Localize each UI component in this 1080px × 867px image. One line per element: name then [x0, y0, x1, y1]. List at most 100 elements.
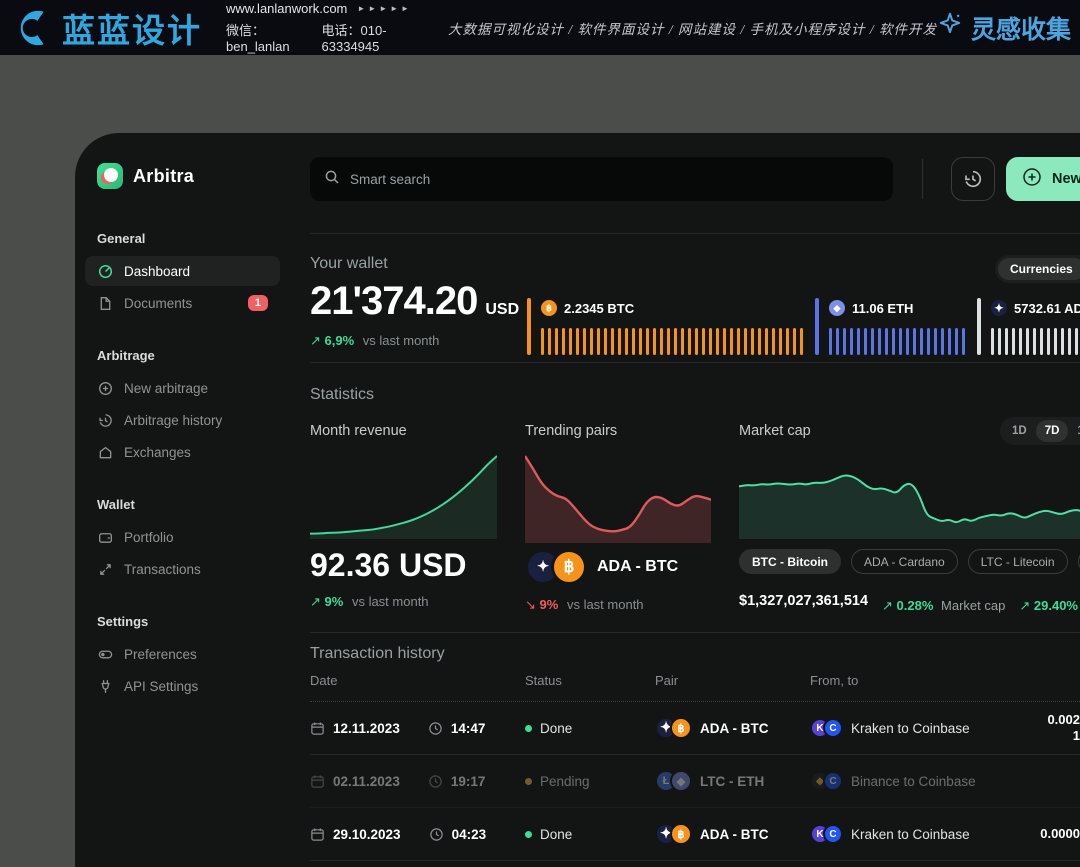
status-dot-done	[525, 831, 532, 838]
coinbase-icon: C	[823, 771, 843, 791]
btc-coin-icon: ฿	[670, 717, 692, 739]
range-7d[interactable]: 7D	[1036, 420, 1069, 442]
market-cap-card: Market cap 1D 7D 1M BTC - Bitcoin ADA - …	[739, 423, 1080, 614]
month-revenue-card: Month revenue 92.36 USD ↗ 9% vs last mon…	[310, 423, 497, 614]
exchange-icons: K C	[810, 718, 843, 738]
eth-amount: 11.06 ETH	[852, 301, 913, 316]
amount-cell: 0.002 1	[1047, 702, 1080, 754]
ada-coin-icon: ✦	[991, 300, 1007, 316]
holding-btc: ฿ 2.2345 BTC	[527, 298, 803, 355]
arbitra-logo-icon	[97, 163, 123, 189]
market-cap-value: $1,327,027,361,514	[739, 593, 868, 609]
sidebar-item-preferences[interactable]: Preferences	[85, 639, 280, 669]
btc-coin-icon: ฿	[670, 823, 692, 845]
btc-segment-marker	[527, 298, 531, 355]
pair-coins: ✦ ฿	[655, 823, 692, 845]
table-row[interactable]: 12.11.2023 14:47 Done ✦ ฿ ADA - BTC	[310, 702, 1080, 755]
sidebar-item-api-settings[interactable]: API Settings	[85, 671, 280, 701]
topbar-divider	[922, 159, 923, 199]
transactions-section-title: Transaction history	[310, 645, 445, 663]
range-1d[interactable]: 1D	[1003, 420, 1036, 442]
history-clock-icon	[97, 413, 113, 428]
pair-coins: ✦ ฿	[655, 717, 692, 739]
plug-icon	[97, 679, 113, 694]
sidebar-item-new-arbitrage[interactable]: New arbitrage	[85, 373, 280, 403]
sidebar-item-transactions[interactable]: Transactions	[85, 554, 280, 584]
ada-bars-sparkline	[991, 328, 1080, 355]
col-from-to: From, to	[810, 673, 858, 688]
chip-ada-cardano[interactable]: ADA - Cardano	[851, 549, 958, 574]
status-dot-done	[525, 725, 532, 732]
sidebar-item-portfolio[interactable]: Portfolio	[85, 522, 280, 552]
banner-phone: 电话：010-63334945	[322, 20, 412, 54]
toggle-currencies[interactable]: Currencies	[998, 258, 1080, 280]
pair-coins: ✦ ฿	[525, 549, 587, 585]
table-row[interactable]: 02.11.2023 19:17 Pending Ł ◆ LTC - ETH	[310, 755, 1080, 808]
clock-icon	[429, 827, 444, 842]
documents-badge: 1	[248, 295, 268, 311]
btc-coin-icon: ฿	[541, 300, 557, 316]
document-icon	[97, 296, 113, 311]
status-text: Done	[540, 827, 572, 842]
trending-pairs-card: Trending pairs ✦ ฿ ADA - BTC ↘ 9%	[525, 423, 711, 614]
market-cap-chips: BTC - Bitcoin ADA - Cardano LTC - Liteco…	[739, 549, 1080, 574]
history-button[interactable]	[951, 157, 995, 201]
statistics-section-title: Statistics	[310, 386, 374, 404]
divider	[310, 362, 1080, 363]
clock-icon	[428, 721, 443, 736]
calendar-icon	[310, 774, 325, 789]
table-row[interactable]: 29.10.2023 04:23 Done ✦ ฿ ADA - BTC	[310, 808, 1080, 861]
trending-pair: ✦ ฿ ADA - BTC	[525, 547, 711, 587]
trending-pairs-chart	[525, 451, 711, 543]
search-input[interactable]	[350, 172, 879, 187]
btc-coin-icon: ฿	[551, 549, 587, 585]
sidebar-section-settings: Settings	[97, 614, 280, 629]
trend-up-icon: ↗	[882, 598, 893, 613]
wallet-section-title: Your wallet	[310, 255, 388, 273]
balance-currency: USD	[485, 301, 519, 319]
col-pair: Pair	[655, 673, 678, 688]
wallet-change: ↗ 6,9% vs last month	[310, 333, 439, 349]
arbitra-app-window: Arbitra General Dashboard Documents 1 Ar…	[75, 133, 1080, 867]
main-content: New arbitrage Your wallet 21'374.20 USD …	[290, 133, 1080, 867]
toggle-icon	[97, 647, 113, 662]
sidebar-section-wallet: Wallet	[97, 497, 280, 512]
market-cap-stats: $1,327,027,361,514 ↗ 0.28% Market cap ↗ …	[739, 588, 1080, 614]
chip-ltc-litecoin[interactable]: LTC - Litecoin	[968, 549, 1068, 574]
btc-bars-sparkline	[541, 328, 803, 355]
status-dot-pending	[525, 778, 532, 785]
exchange-icons: K C	[810, 824, 843, 844]
col-date: Date	[310, 673, 337, 688]
circle-plus-icon	[97, 381, 113, 396]
market-cap-range-tabs: 1D 7D 1M	[1000, 417, 1080, 445]
home-icon	[97, 445, 113, 460]
new-arbitrage-button[interactable]: New arbitrage	[1006, 157, 1080, 201]
inspiration-collect-link[interactable]: 灵感收集	[937, 10, 1071, 46]
coinbase-icon: C	[823, 718, 843, 738]
divider	[310, 632, 1080, 633]
ada-amount: 5732.61 ADA	[1014, 301, 1080, 316]
status-text: Done	[540, 721, 572, 736]
trend-up-icon: ↗	[310, 594, 321, 609]
range-1m[interactable]: 1M	[1068, 420, 1080, 442]
trending-pairs-change: ↘ 9% vs last month	[525, 597, 711, 613]
sidebar-item-documents[interactable]: Documents 1	[85, 288, 280, 318]
month-revenue-value: 92.36 USD	[310, 547, 497, 584]
wallet-holdings: ฿ 2.2345 BTC ◆ 11.06 ETH	[527, 298, 1080, 355]
month-revenue-chart	[310, 451, 497, 539]
coinbase-icon: C	[823, 824, 843, 844]
banner-services: 大数据可视化设计 / 软件界面设计 / 网站建设 / 手机及小程序设计 / 软件…	[448, 18, 937, 38]
holding-ada: ✦ 5732.61 ADA	[977, 298, 1080, 355]
banner-url-link[interactable]: www.lanlanwork.com	[226, 1, 347, 16]
banner-wechat: 微信：ben_lanlan	[226, 20, 302, 54]
chip-btc-bitcoin[interactable]: BTC - Bitcoin	[739, 549, 841, 574]
balance-value: 21'374.20	[310, 279, 477, 324]
sidebar-item-exchanges[interactable]: Exchanges	[85, 437, 280, 467]
lanlan-logo-icon	[14, 7, 56, 49]
eth-coin-icon: ◆	[829, 300, 845, 316]
sidebar-item-arbitrage-history[interactable]: Arbitrage history	[85, 405, 280, 435]
sidebar-item-dashboard[interactable]: Dashboard	[85, 256, 280, 286]
star-icon	[937, 11, 963, 44]
pair-coins: Ł ◆	[655, 770, 692, 792]
banner-contact: www.lanlanwork.com ►►►►► 微信：ben_lanlan 电…	[226, 1, 412, 54]
